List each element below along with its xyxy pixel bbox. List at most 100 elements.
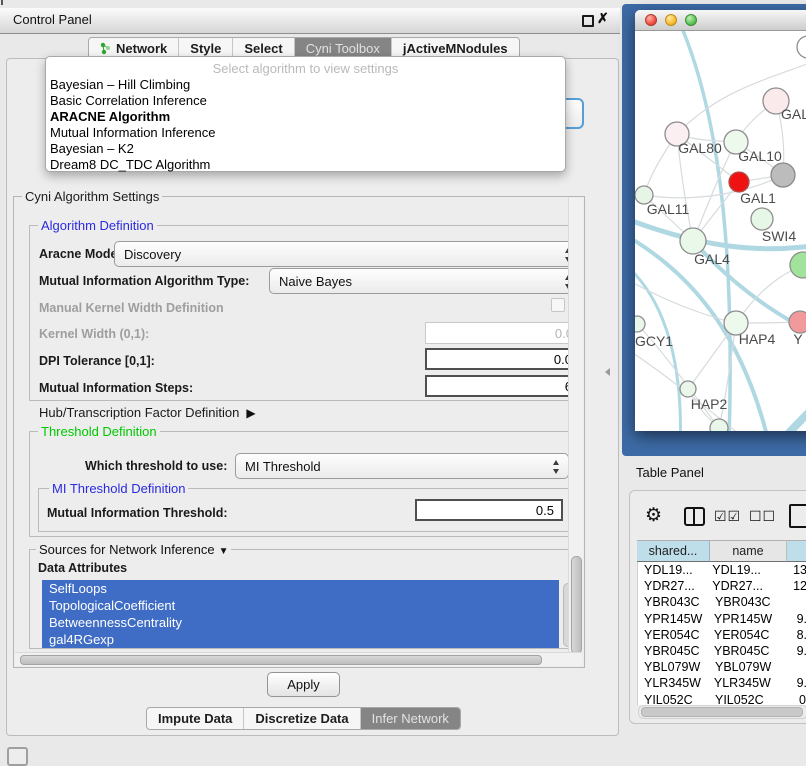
node-label-hap2: HAP2 (691, 396, 728, 412)
cyni-bottom-tabs: Impute DataDiscretize DataInfer Network (146, 707, 461, 730)
cell-shared-name: YLR345W (638, 676, 710, 690)
table-panel-title: Table Panel (636, 465, 704, 480)
close-icon[interactable]: ✗ (597, 10, 609, 27)
aracne-mode-select[interactable]: Discovery (114, 241, 581, 267)
cell-shared-name: YDL19... (638, 563, 708, 577)
scrollbar-thumb[interactable] (571, 556, 582, 654)
mi-type-select[interactable]: Naive Bayes (269, 268, 581, 294)
tab-label: Network (116, 41, 167, 56)
deselect-all-checkboxes-icon[interactable]: ☐☐ (749, 508, 776, 525)
network-node-y[interactable] (789, 311, 806, 333)
network-icon (100, 42, 111, 55)
kernel-width-label: Kernel Width (0,1): (39, 327, 149, 341)
aracne-mode-value: Discovery (124, 247, 181, 262)
float-window-icon[interactable] (582, 15, 594, 27)
table-row[interactable]: YBR043CYBR043C (638, 594, 806, 610)
network-node-hap2[interactable] (680, 381, 696, 397)
which-threshold-select[interactable]: MI Threshold (235, 453, 569, 479)
cell-shared-name: YIL052C (638, 693, 711, 705)
algorithm-option-dream8-dc-tdc-algorithm[interactable]: Dream8 DC_TDC Algorithm (46, 157, 565, 173)
mi-threshold-definition-title: MI Threshold Definition (49, 481, 188, 496)
cell-name: YLR345W (710, 676, 791, 690)
cell-name: YDL19... (708, 563, 787, 577)
cell-shared-name: YBR043C (638, 595, 711, 609)
table-row[interactable]: YBL079WYBL079W (638, 659, 806, 675)
attribute-item-betweennesscentrality[interactable]: BetweennessCentrality (42, 614, 559, 631)
network-window-titlebar[interactable] (635, 10, 806, 31)
table-row[interactable]: YBR045CYBR045C9. (638, 643, 806, 659)
tab-discretize-data[interactable]: Discretize Data (243, 708, 359, 729)
table-row[interactable]: YPR145WYPR145W9. (638, 611, 806, 627)
table-row[interactable]: YIL052CYIL052C0 (638, 692, 806, 706)
network-node-gcy1[interactable] (635, 316, 645, 332)
network-node[interactable] (797, 36, 806, 58)
panel-divider-handle[interactable] (605, 368, 610, 376)
close-traffic-light-icon[interactable] (645, 14, 657, 26)
network-canvas[interactable]: GALGAL80GAL10GAL1GAL11SWI4GAL4GCY1HAP4YH… (635, 31, 806, 431)
mi-threshold-input[interactable]: 0.5 (415, 499, 563, 521)
tab-label: Cyni Toolbox (306, 41, 380, 56)
algorithm-option-basic-correlation-inference[interactable]: Basic Correlation Inference (46, 93, 565, 109)
data-attributes-label: Data Attributes (38, 561, 127, 575)
attribute-item-selfloops[interactable]: SelfLoops (42, 580, 559, 597)
algorithm-option-mutual-information-inference[interactable]: Mutual Information Inference (46, 125, 565, 141)
manual-kernel-checkbox[interactable] (551, 298, 565, 312)
mi-steps-input[interactable]: 6 (425, 375, 581, 397)
data-attributes-list[interactable]: SelfLoopsTopologicalCoefficientBetweenne… (42, 580, 559, 648)
dpi-tolerance-input[interactable]: 0.0 (425, 348, 581, 370)
node-label-gal: GAL (781, 106, 806, 122)
attribute-item-topologicalcoefficient[interactable]: TopologicalCoefficient (42, 597, 559, 614)
threshold-definition-group: MI Threshold Definition Mutual Informati… (29, 431, 579, 537)
node-label-gal1: GAL1 (740, 190, 776, 206)
dropdown-items: Bayesian – Hill ClimbingBasic Correlatio… (46, 77, 565, 173)
network-node[interactable] (710, 419, 728, 431)
attribute-item-gal4rgexp[interactable]: gal4RGexp (42, 631, 559, 648)
settings-horizontal-scrollbar[interactable] (15, 652, 582, 666)
cell-value: 0 (793, 693, 806, 705)
column-header-shared[interactable]: shared... (637, 540, 710, 562)
network-window[interactable]: GALGAL80GAL10GAL1GAL11SWI4GAL4GCY1HAP4YH… (635, 10, 806, 430)
algorithm-option-bayesian-hill-climbing[interactable]: Bayesian – Hill Climbing (46, 77, 565, 93)
algorithm-option-aracne-algorithm[interactable]: ARACNE Algorithm (46, 109, 565, 125)
tab-label: jActiveMNodules (403, 41, 508, 56)
tab-label: Select (244, 41, 282, 56)
apply-button[interactable]: Apply (267, 672, 340, 697)
kernel-width-input[interactable]: 0.0 (425, 322, 581, 344)
cell-value: 13 (787, 563, 806, 577)
table-row[interactable]: YDL19...YDL19...13 (638, 562, 806, 578)
column-header-col3[interactable] (787, 540, 806, 562)
node-label-gal11: GAL11 (647, 201, 690, 217)
node-label-gcy1: GCY1 (635, 333, 673, 349)
table-row[interactable]: YLR345WYLR345W9. (638, 675, 806, 691)
tab-impute-data[interactable]: Impute Data (147, 708, 243, 729)
algorithm-option-bayesian-k2[interactable]: Bayesian – K2 (46, 141, 565, 157)
select-all-checkboxes-icon[interactable]: ☑☑ (714, 508, 741, 525)
sources-title[interactable]: Sources for Network Inference▼ (36, 542, 231, 557)
zoom-traffic-light-icon[interactable] (685, 14, 697, 26)
settings-vertical-scrollbar[interactable] (568, 198, 583, 652)
scrollbar-thumb[interactable] (20, 655, 542, 665)
column-header-name[interactable]: name (710, 540, 787, 562)
minimize-traffic-light-icon[interactable] (665, 14, 677, 26)
table-row[interactable]: YER054CYER054C8. (638, 627, 806, 643)
cell-shared-name: YDR27... (638, 579, 708, 593)
cell-value: 8. (791, 628, 806, 642)
tab-infer-network[interactable]: Infer Network (360, 708, 460, 729)
cyni-settings-title: Cyni Algorithm Settings (22, 189, 162, 204)
network-node[interactable] (771, 163, 795, 187)
split-view-icon[interactable] (684, 507, 705, 526)
table-body[interactable]: YDL19...YDL19...13YDR27...YDR27...12YBR0… (637, 562, 806, 705)
gear-icon[interactable]: ⚙ (645, 504, 662, 527)
algorithm-dropdown-list: Select algorithm to view settings Bayesi… (45, 56, 566, 172)
document-icon[interactable] (789, 504, 806, 528)
hub-definition-expander[interactable]: Hub/Transcription Factor Definition▶ (39, 405, 256, 420)
network-node-gal1[interactable] (751, 208, 773, 230)
network-node-swi4[interactable] (790, 252, 806, 278)
network-node[interactable] (729, 172, 749, 192)
manual-kernel-label: Manual Kernel Width Definition (39, 301, 224, 315)
which-threshold-value: MI Threshold (245, 459, 321, 474)
panel-corner-button[interactable] (7, 747, 28, 766)
cell-value: 12 (787, 579, 806, 593)
table-row[interactable]: YDR27...YDR27...12 (638, 578, 806, 594)
table-scrollbar-thumb[interactable] (641, 707, 803, 717)
